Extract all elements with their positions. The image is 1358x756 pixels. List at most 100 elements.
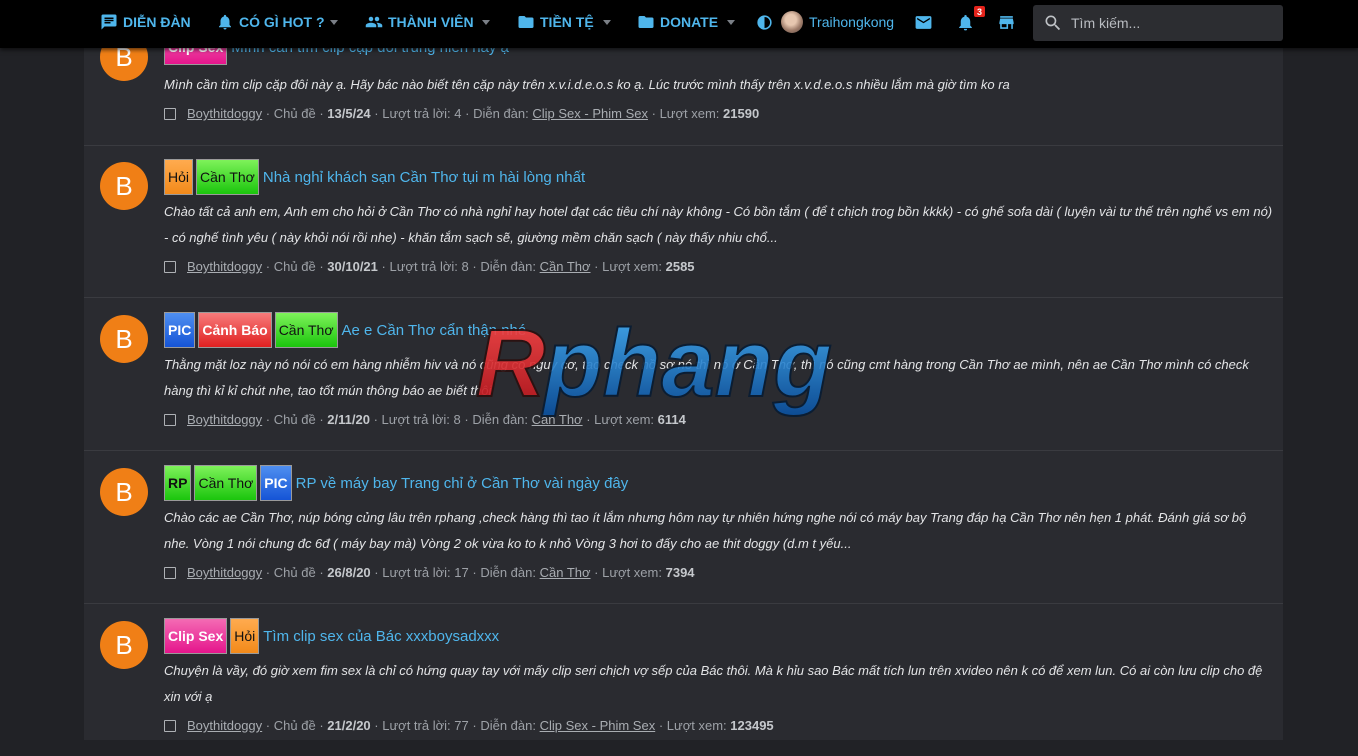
select-checkbox[interactable] [164,719,176,732]
thread-title[interactable]: Tìm clip sex của Bác xxxboysadxxx [263,628,499,645]
nav-money-dropdown[interactable] [602,0,612,44]
thread-item[interactable]: B Hỏi Cần Thơ Nhà nghỉ khách sạn Cần Thơ… [84,145,1283,298]
thread-title-line: RP Cần Thơ PIC RP về máy bay Trang chỉ ở… [164,464,628,502]
prefix-tag[interactable]: Cảnh Báo [198,312,272,348]
thread-title-line: PIC Cảnh Báo Cần Thơ Ae e Cần Thơ cẩn th… [164,311,526,349]
thread-type: Chủ đề [273,259,316,274]
store-button[interactable] [997,0,1016,44]
avatar[interactable]: B [100,315,148,363]
chevron-down-icon [603,20,611,25]
thread-type: Chủ đề [273,565,316,580]
chevron-down-icon [482,20,490,25]
prefix-tag[interactable]: RP [164,465,192,501]
nav-forum-label: DIỄN ĐÀN [123,14,191,30]
thread-item[interactable]: B RP Cần Thơ PIC RP về máy bay Trang chỉ… [84,451,1283,604]
nav-members-label: THÀNH VIÊN [388,14,474,30]
thread-title[interactable]: Nhà nghỉ khách sạn Cần Thơ tụi m hài lòn… [263,169,585,186]
search-icon [1045,15,1061,31]
prefix-tag[interactable]: PIC [260,465,292,501]
forum-link[interactable]: Clip Sex - Phim Sex [532,106,648,121]
thread-date: 2/11/20 [327,412,370,427]
nav-members[interactable]: THÀNH VIÊN [365,0,474,44]
search-bar[interactable] [1033,5,1283,41]
thread-snippet: Chuyện là vầy, đó giờ xem fim sex là chỉ… [164,663,1263,704]
view-count: 7394 [665,565,695,580]
thread-title[interactable]: Ae e Cần Thơ cẩn thận nhé [342,322,527,339]
thread-date: 26/8/20 [327,565,371,580]
prefix-tag[interactable]: Cần Thơ [196,159,259,195]
chevron-down-icon [727,20,735,25]
author-link[interactable]: Boythitdoggy [187,565,262,580]
thread-item[interactable]: B PIC Cảnh Báo Cần Thơ Ae e Cần Thơ cẩn … [84,298,1283,451]
thread-title-line: Clip Sex Hỏi Tìm clip sex của Bác xxxboy… [164,617,499,655]
users-icon [365,16,383,28]
select-checkbox[interactable] [164,260,176,273]
prefix-tag[interactable]: Hỏi [230,618,260,654]
select-checkbox[interactable] [164,413,176,426]
nav-donate[interactable]: DONATE [637,0,718,44]
notification-count-badge: 3 [974,6,985,17]
prefix-tag[interactable]: Cần Thơ [274,312,338,348]
select-checkbox[interactable] [164,566,176,579]
thread-meta: Boythitdoggy · Chủ đề · 2/11/20 · Lượt t… [164,412,686,427]
author-link[interactable]: Boythitdoggy [187,259,262,274]
mail-icon [915,15,932,29]
avatar[interactable]: B [100,468,148,516]
nav-money-label: TIỀN TỆ [540,14,594,30]
nav-donate-dropdown[interactable] [726,0,736,44]
theme-toggle-button[interactable] [755,0,774,44]
thread-snippet: Chào tất cả anh em, Anh em cho hỏi ở Cần… [164,204,1273,245]
chevron-down-icon [330,20,338,25]
view-count: 6114 [657,412,686,427]
author-link[interactable]: Boythitdoggy [187,412,262,427]
thread-snippet: Thằng mặt loz này nó nói có em hàng nhiễ… [164,357,1249,398]
thread-type: Chủ đề [273,412,316,427]
prefix-tag[interactable]: Clip Sex [164,618,228,654]
thread-list: B Clip Sex Mình cần tìm clip cặp đôi tru… [84,20,1283,740]
avatar[interactable]: B [100,162,148,210]
view-count: 21590 [723,106,760,121]
prefix-tag[interactable]: Hỏi [164,159,194,195]
nav-members-dropdown[interactable] [481,0,491,44]
thread-title[interactable]: RP về máy bay Trang chỉ ở Cần Thơ vài ng… [296,475,629,492]
nav-money[interactable]: TIỀN TỆ [517,0,594,44]
forum-link[interactable]: Cần Thơ [540,565,591,580]
bell-icon [219,14,231,30]
thread-item[interactable]: B Clip Sex Hỏi Tìm clip sex của Bác xxxb… [84,604,1283,756]
bell-icon [959,14,972,30]
thread-snippet: Chào các ae Cần Thơ, núp bóng củng lâu t… [164,510,1247,551]
thread-title-line: Hỏi Cần Thơ Nhà nghỉ khách sạn Cần Thơ t… [164,158,585,196]
reply-count: 8 [453,412,461,427]
store-icon [999,15,1014,29]
thread-date: 13/5/24 [327,106,371,121]
thread-date: 30/10/21 [327,259,378,274]
notifications-button[interactable] [956,0,975,44]
forum-link[interactable]: Cần Thơ [532,412,583,427]
select-checkbox[interactable] [164,107,176,120]
reply-count: 8 [461,259,469,274]
forum-link[interactable]: Cần Thơ [540,259,591,274]
prefix-tag[interactable]: Cần Thơ [194,465,258,501]
reply-count: 17 [454,565,469,580]
reply-count: 4 [454,106,462,121]
avatar[interactable]: B [100,621,148,669]
thread-snippet: Mình cần tìm clip cặp đôi này ạ. Hãy bác… [164,77,1010,92]
prefix-tag[interactable]: PIC [164,312,196,348]
nav-hot-label: CÓ GÌ HOT ? [239,14,325,30]
search-input[interactable] [1069,14,1273,32]
thread-meta: Boythitdoggy · Chủ đề · 30/10/21 · Lượt … [164,259,695,274]
author-link[interactable]: Boythitdoggy [187,106,262,121]
view-count: 2585 [665,259,695,274]
user-menu[interactable]: Traihongkong [781,0,894,44]
folder-icon [518,16,534,28]
thread-type: Chủ đề [273,106,316,121]
nav-forum[interactable]: DIỄN ĐÀN [100,0,191,44]
thread-meta: Boythitdoggy · Chủ đề · 26/8/20 · Lượt t… [164,565,695,580]
nav-hot-dropdown[interactable] [329,0,339,44]
messages-button[interactable] [914,0,933,44]
top-navigation: DIỄN ĐÀN CÓ GÌ HOT ? THÀNH VIÊN TIỀN TỆ … [0,0,1358,48]
username: Traihongkong [809,14,895,30]
avatar [781,11,803,33]
forum-icon [101,14,117,30]
nav-hot[interactable]: CÓ GÌ HOT ? [216,0,325,44]
